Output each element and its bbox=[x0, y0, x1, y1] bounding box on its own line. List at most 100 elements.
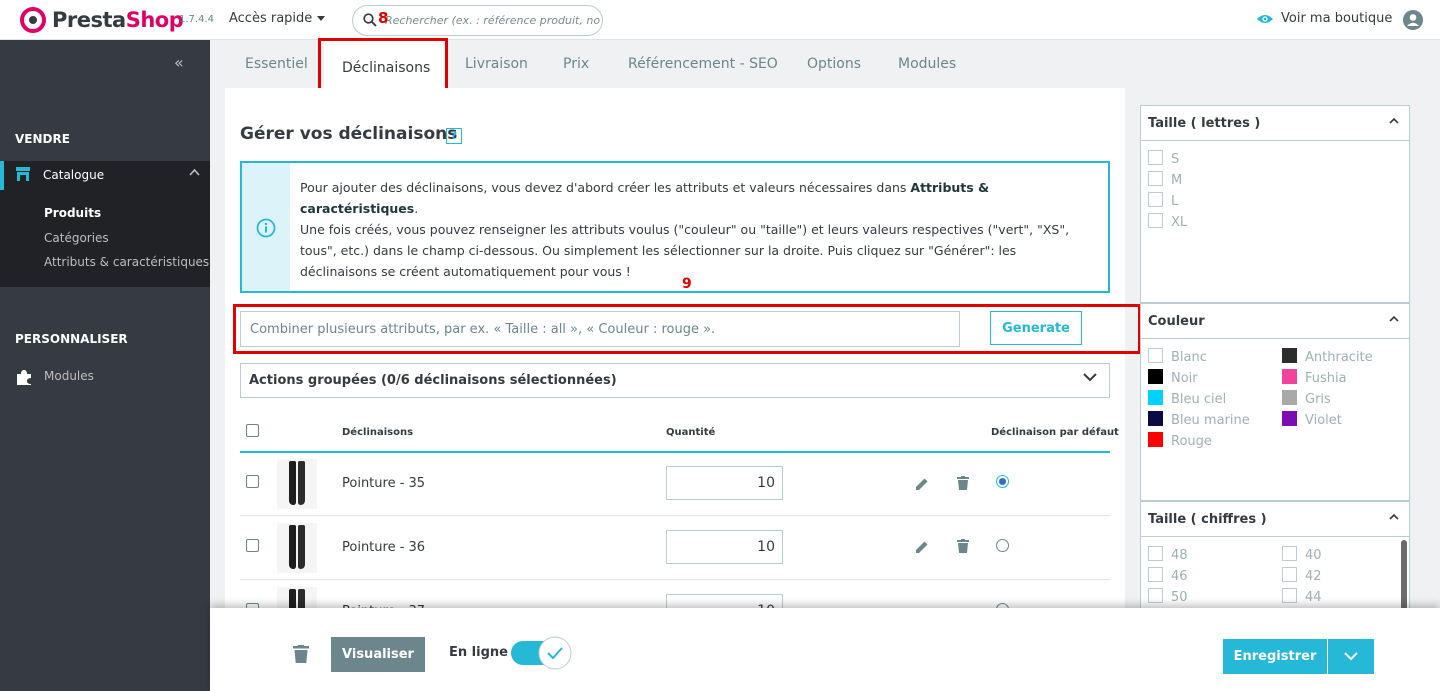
annotation-9: 9 bbox=[682, 276, 692, 292]
view-shop-link[interactable]: Voir ma boutique bbox=[1256, 11, 1392, 26]
catalogue-submenu: Produits Catégories Attributs & caractér… bbox=[0, 190, 210, 287]
attribute-panel-size-numbers: Taille ( chiffres ) 48 40 46 42 50 44 bbox=[1140, 501, 1410, 611]
help-icon[interactable]: ? bbox=[446, 128, 462, 144]
product-thumbnail bbox=[277, 459, 317, 509]
attribute-checkbox[interactable] bbox=[1148, 192, 1163, 207]
table-header-line bbox=[240, 451, 1110, 453]
row-divider bbox=[240, 579, 1110, 580]
color-swatch[interactable] bbox=[1148, 348, 1163, 363]
tab-seo[interactable]: Référencement - SEO bbox=[628, 56, 778, 72]
bulk-actions-dropdown[interactable]: Actions groupées (0/6 déclinaisons sélec… bbox=[240, 363, 1110, 398]
color-swatch[interactable] bbox=[1148, 390, 1163, 405]
color-swatch[interactable] bbox=[1148, 432, 1163, 447]
row-checkbox[interactable] bbox=[246, 475, 259, 488]
quick-access-dropdown[interactable]: Accès rapide bbox=[229, 11, 326, 26]
attribute-option: 48 bbox=[1171, 548, 1188, 563]
preview-button[interactable]: Visualiser bbox=[331, 637, 425, 672]
tab-options[interactable]: Options bbox=[807, 56, 861, 72]
tab-modules[interactable]: Modules bbox=[898, 56, 956, 72]
combinations-tab-highlight bbox=[318, 38, 448, 93]
attribute-option: L bbox=[1171, 194, 1179, 209]
chevron-up-icon bbox=[189, 168, 200, 176]
sidebar: « VENDRE Catalogue Produits Catégories A… bbox=[0, 40, 210, 691]
attribute-checkbox[interactable] bbox=[1148, 546, 1163, 561]
info-icon bbox=[256, 218, 276, 238]
save-button[interactable]: Enregistrer bbox=[1223, 639, 1327, 674]
delete-product-icon[interactable] bbox=[293, 645, 309, 663]
color-swatch[interactable] bbox=[1282, 390, 1297, 405]
generate-button[interactable]: Generate bbox=[990, 311, 1082, 345]
brand-prefix: Presta bbox=[52, 8, 126, 32]
combination-name: Pointure - 36 bbox=[342, 540, 426, 555]
eye-icon bbox=[1257, 14, 1273, 23]
chevron-down-icon bbox=[1344, 652, 1358, 661]
tab-essentials[interactable]: Essentiel bbox=[245, 56, 308, 72]
section-customize: PERSONNALISER bbox=[15, 332, 128, 346]
alert-line1: Pour ajouter des déclinaisons, vous deve… bbox=[300, 180, 911, 195]
online-toggle[interactable] bbox=[511, 636, 574, 670]
attribute-panel-header[interactable]: Taille ( chiffres ) bbox=[1141, 502, 1409, 537]
default-combination-radio[interactable] bbox=[996, 539, 1009, 552]
column-quantity: Quantité bbox=[666, 427, 716, 438]
attribute-option: Blanc bbox=[1171, 350, 1207, 365]
alert-line2: Une fois créés, vous pouvez renseigner l… bbox=[300, 222, 1070, 279]
attributes-scrollbar[interactable] bbox=[1401, 540, 1407, 610]
trash-icon[interactable] bbox=[957, 476, 969, 490]
prestashop-logo[interactable]: PrestaShop bbox=[20, 7, 184, 33]
collapse-sidebar-icon[interactable]: « bbox=[174, 53, 184, 72]
sidebar-item-catalogue[interactable]: Catalogue bbox=[0, 161, 210, 190]
info-alert: Pour ajouter des déclinaisons, vous deve… bbox=[240, 161, 1110, 293]
column-combinations: Déclinaisons bbox=[342, 427, 414, 438]
color-swatch[interactable] bbox=[1148, 369, 1163, 384]
attribute-option: Bleu ciel bbox=[1171, 392, 1227, 407]
color-swatch[interactable] bbox=[1282, 348, 1297, 363]
quantity-input[interactable] bbox=[666, 466, 783, 500]
select-all-checkbox[interactable] bbox=[246, 424, 259, 437]
default-combination-radio[interactable] bbox=[996, 475, 1009, 488]
attribute-option: 40 bbox=[1305, 548, 1322, 563]
search-input[interactable] bbox=[385, 6, 600, 35]
edit-icon[interactable] bbox=[915, 540, 929, 554]
quantity-input[interactable] bbox=[666, 530, 783, 564]
attribute-option: Violet bbox=[1305, 413, 1342, 428]
color-swatch[interactable] bbox=[1282, 369, 1297, 384]
attribute-checkbox[interactable] bbox=[1148, 150, 1163, 165]
save-options-dropdown[interactable] bbox=[1328, 639, 1374, 674]
row-checkbox[interactable] bbox=[246, 539, 259, 552]
column-default: Déclinaison par défaut bbox=[991, 427, 1119, 438]
attribute-panel-title: Taille ( chiffres ) bbox=[1148, 512, 1267, 527]
attribute-option: Noir bbox=[1171, 371, 1198, 386]
user-account-icon[interactable] bbox=[1403, 10, 1423, 30]
color-swatch[interactable] bbox=[1282, 411, 1297, 426]
sidebar-item-attributes[interactable]: Attributs & caractéristiques bbox=[44, 255, 209, 269]
tab-pricing[interactable]: Prix bbox=[563, 56, 589, 72]
attribute-panel-header[interactable]: Couleur bbox=[1141, 304, 1409, 339]
chevron-up-icon bbox=[1389, 117, 1399, 124]
attribute-checkbox[interactable] bbox=[1282, 588, 1297, 603]
tab-shipping[interactable]: Livraison bbox=[465, 56, 528, 72]
attribute-panel-title: Taille ( lettres ) bbox=[1148, 116, 1261, 131]
attribute-option: Fushia bbox=[1305, 371, 1347, 386]
attribute-option: XL bbox=[1171, 215, 1188, 230]
attribute-panel-header[interactable]: Taille ( lettres ) bbox=[1141, 106, 1409, 141]
attribute-checkbox[interactable] bbox=[1282, 567, 1297, 582]
chevron-up-icon bbox=[1389, 315, 1399, 322]
sidebar-item-products[interactable]: Produits bbox=[44, 206, 101, 220]
combine-attributes-input[interactable] bbox=[240, 311, 960, 347]
combination-name: Pointure - 35 bbox=[342, 476, 426, 491]
search-icon[interactable] bbox=[363, 13, 377, 27]
attribute-checkbox[interactable] bbox=[1148, 567, 1163, 582]
attribute-checkbox[interactable] bbox=[1148, 171, 1163, 186]
attribute-option: M bbox=[1171, 173, 1183, 188]
sidebar-item-modules[interactable]: Modules bbox=[0, 364, 210, 390]
trash-icon[interactable] bbox=[957, 539, 969, 553]
attribute-option: 50 bbox=[1171, 590, 1188, 605]
attribute-checkbox[interactable] bbox=[1282, 546, 1297, 561]
color-swatch[interactable] bbox=[1148, 411, 1163, 426]
view-shop-label: Voir ma boutique bbox=[1281, 11, 1393, 26]
edit-icon[interactable] bbox=[915, 477, 929, 491]
attribute-checkbox[interactable] bbox=[1148, 588, 1163, 603]
attribute-option: S bbox=[1171, 152, 1180, 167]
sidebar-item-categories[interactable]: Catégories bbox=[44, 231, 109, 245]
attribute-checkbox[interactable] bbox=[1148, 213, 1163, 228]
